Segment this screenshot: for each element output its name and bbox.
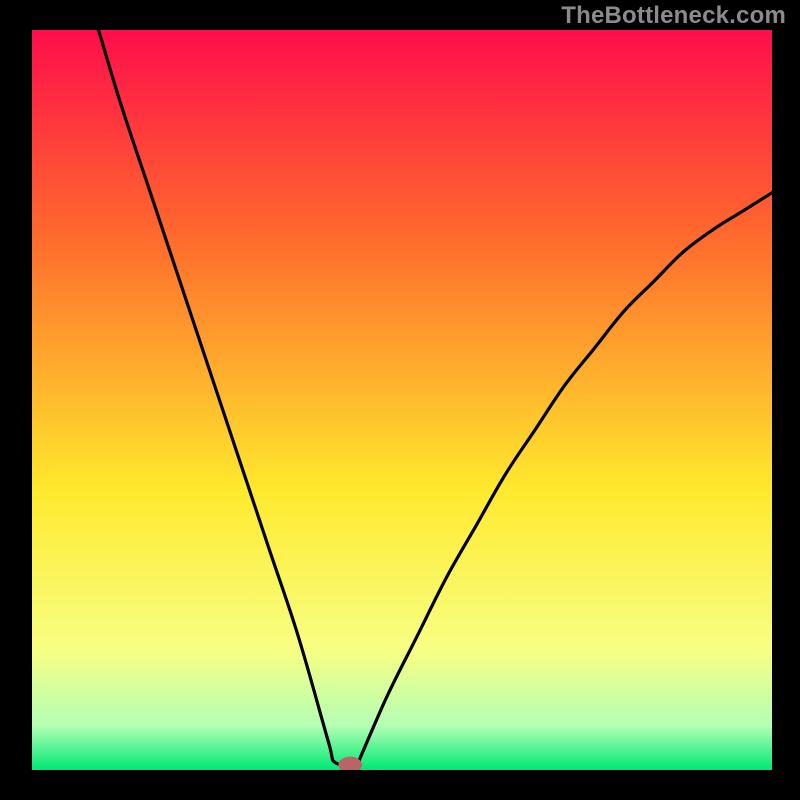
plot-background bbox=[32, 30, 772, 770]
bottleneck-plot bbox=[32, 30, 772, 770]
watermark-text: TheBottleneck.com bbox=[561, 2, 786, 30]
chart-frame: TheBottleneck.com bbox=[0, 0, 800, 800]
plot-area bbox=[32, 30, 772, 770]
